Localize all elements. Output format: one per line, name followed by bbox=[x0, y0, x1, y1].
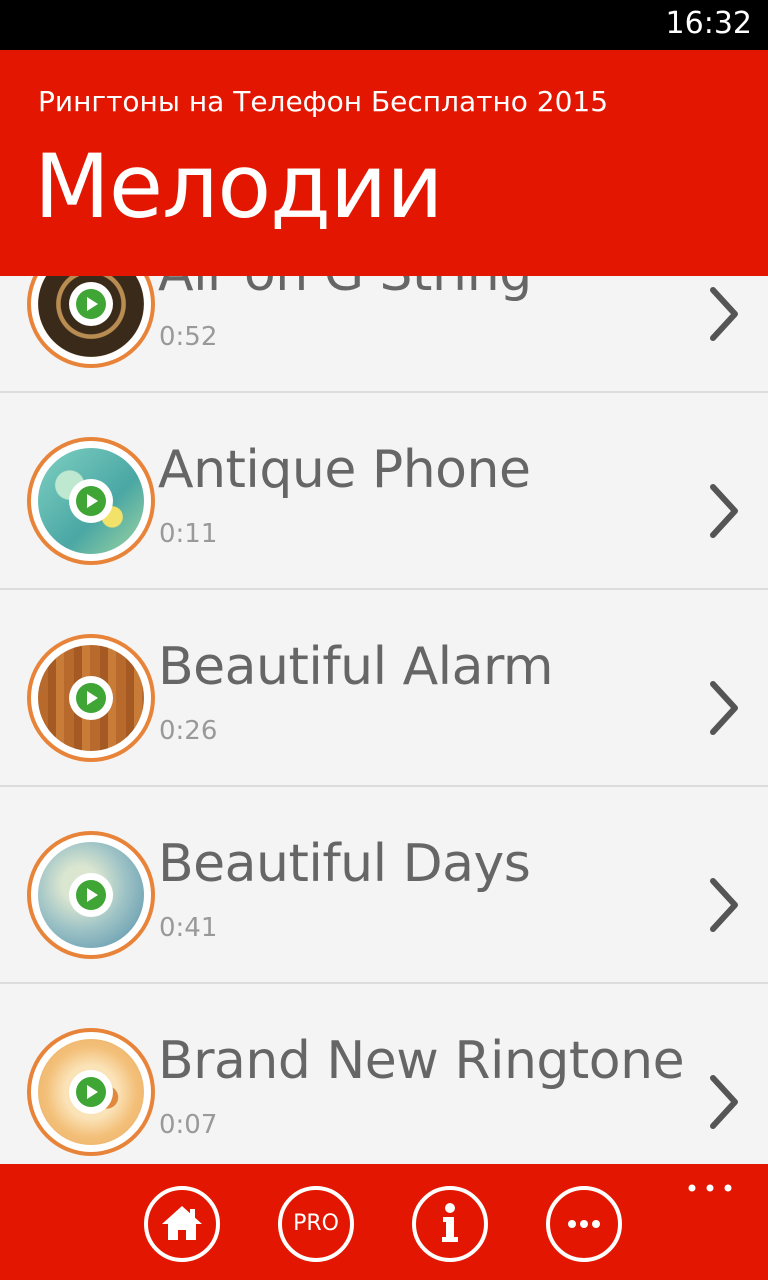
ringtone-name: Air on G String bbox=[158, 276, 532, 306]
ringtone-list[interactable]: Air on G String 0:52 Antique Phone 0:11 bbox=[0, 276, 768, 1164]
ringtone-thumbnail[interactable] bbox=[27, 1028, 155, 1156]
ringtone-thumbnail[interactable] bbox=[27, 437, 155, 565]
home-button[interactable] bbox=[144, 1186, 220, 1262]
chevron-right-icon[interactable] bbox=[700, 282, 746, 346]
ringtone-name: Beautiful Alarm bbox=[158, 637, 554, 697]
chevron-right-icon[interactable] bbox=[700, 1070, 746, 1134]
more-button[interactable] bbox=[546, 1186, 622, 1262]
list-item[interactable]: Brand New Ringtone 0:07 bbox=[0, 984, 768, 1164]
list-item[interactable]: Air on G String 0:52 bbox=[0, 276, 768, 393]
play-icon[interactable] bbox=[69, 282, 113, 326]
home-icon bbox=[162, 1206, 202, 1240]
play-icon[interactable] bbox=[69, 479, 113, 523]
chevron-right-icon[interactable] bbox=[700, 479, 746, 543]
ringtone-name: Antique Phone bbox=[158, 440, 531, 500]
play-icon[interactable] bbox=[69, 873, 113, 917]
ringtone-thumbnail[interactable] bbox=[27, 831, 155, 959]
ringtone-duration: 0:26 bbox=[159, 716, 218, 746]
status-bar: 16:32 bbox=[0, 0, 768, 50]
page-header: Рингтоны на Телефон Бесплатно 2015 Мелод… bbox=[0, 50, 768, 276]
ringtone-duration: 0:52 bbox=[159, 322, 218, 352]
list-item[interactable]: Antique Phone 0:11 bbox=[0, 393, 768, 590]
ringtone-thumbnail[interactable] bbox=[27, 634, 155, 762]
ringtone-duration: 0:07 bbox=[159, 1110, 218, 1140]
play-icon[interactable] bbox=[69, 676, 113, 720]
info-icon bbox=[442, 1203, 458, 1242]
ringtone-duration: 0:41 bbox=[159, 913, 218, 943]
status-clock: 16:32 bbox=[665, 6, 752, 41]
ringtone-thumbnail[interactable] bbox=[27, 276, 155, 368]
page-title: Мелодии bbox=[34, 135, 443, 238]
pro-button[interactable]: PRO bbox=[278, 1186, 354, 1262]
play-icon[interactable] bbox=[69, 1070, 113, 1114]
ellipsis-icon bbox=[568, 1220, 600, 1228]
ringtone-name: Brand New Ringtone bbox=[158, 1031, 685, 1091]
list-item[interactable]: Beautiful Days 0:41 bbox=[0, 787, 768, 984]
info-button[interactable] bbox=[412, 1186, 488, 1262]
pro-label: PRO bbox=[293, 1211, 339, 1236]
ringtone-name: Beautiful Days bbox=[158, 834, 531, 894]
more-dots-icon[interactable] bbox=[686, 1182, 734, 1194]
app-bar: PRO bbox=[0, 1164, 768, 1280]
list-item[interactable]: Beautiful Alarm 0:26 bbox=[0, 590, 768, 787]
chevron-right-icon[interactable] bbox=[700, 873, 746, 937]
app-title: Рингтоны на Телефон Бесплатно 2015 bbox=[38, 85, 609, 118]
chevron-right-icon[interactable] bbox=[700, 676, 746, 740]
ringtone-duration: 0:11 bbox=[159, 519, 218, 549]
